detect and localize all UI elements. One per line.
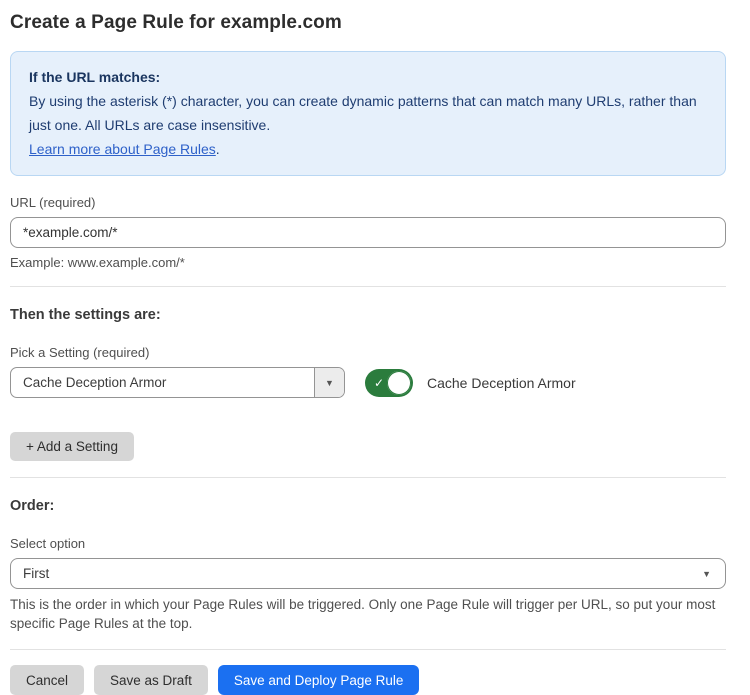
setting-row: Cache Deception Armor ▼ ✓ Cache Deceptio… [10, 367, 726, 398]
url-match-info-box: If the URL matches: By using the asteris… [10, 51, 726, 176]
toggle-label: Cache Deception Armor [427, 375, 576, 391]
toggle-knob [387, 371, 411, 395]
select-option-label: Select option [10, 536, 726, 551]
create-page-rule-form: Create a Page Rule for example.com If th… [0, 0, 750, 695]
caret-down-icon: ▼ [325, 378, 334, 388]
divider [10, 649, 726, 650]
learn-more-link[interactable]: Learn more about Page Rules [29, 141, 216, 157]
url-example-text: Example: www.example.com/* [10, 255, 726, 270]
settings-section-heading: Then the settings are: [10, 307, 726, 323]
cache-deception-armor-toggle[interactable]: ✓ [365, 369, 413, 397]
setting-select-value: Cache Deception Armor [11, 368, 314, 397]
pick-setting-label: Pick a Setting (required) [10, 345, 726, 360]
divider [10, 286, 726, 287]
setting-select[interactable]: Cache Deception Armor ▼ [10, 367, 345, 398]
url-input[interactable] [10, 217, 726, 248]
link-suffix: . [216, 141, 220, 157]
setting-select-arrow-button[interactable]: ▼ [314, 368, 344, 397]
order-select-value: First [23, 566, 49, 581]
order-help-text: This is the order in which your Page Rul… [10, 595, 726, 633]
check-icon: ✓ [374, 375, 384, 391]
save-as-draft-button[interactable]: Save as Draft [94, 665, 208, 695]
order-section-heading: Order: [10, 498, 726, 514]
info-box-link-line: Learn more about Page Rules. [29, 137, 707, 161]
divider [10, 477, 726, 478]
url-field-label: URL (required) [10, 195, 726, 210]
info-box-body: By using the asterisk (*) character, you… [29, 89, 707, 137]
page-title: Create a Page Rule for example.com [10, 12, 726, 34]
cancel-button[interactable]: Cancel [10, 665, 84, 695]
info-box-heading: If the URL matches: [29, 65, 707, 89]
caret-down-icon: ▼ [702, 569, 711, 579]
footer-actions: Cancel Save as Draft Save and Deploy Pag… [10, 665, 726, 695]
order-select[interactable]: First ▼ [10, 558, 726, 589]
add-setting-button[interactable]: + Add a Setting [10, 432, 134, 461]
save-and-deploy-button[interactable]: Save and Deploy Page Rule [218, 665, 420, 695]
